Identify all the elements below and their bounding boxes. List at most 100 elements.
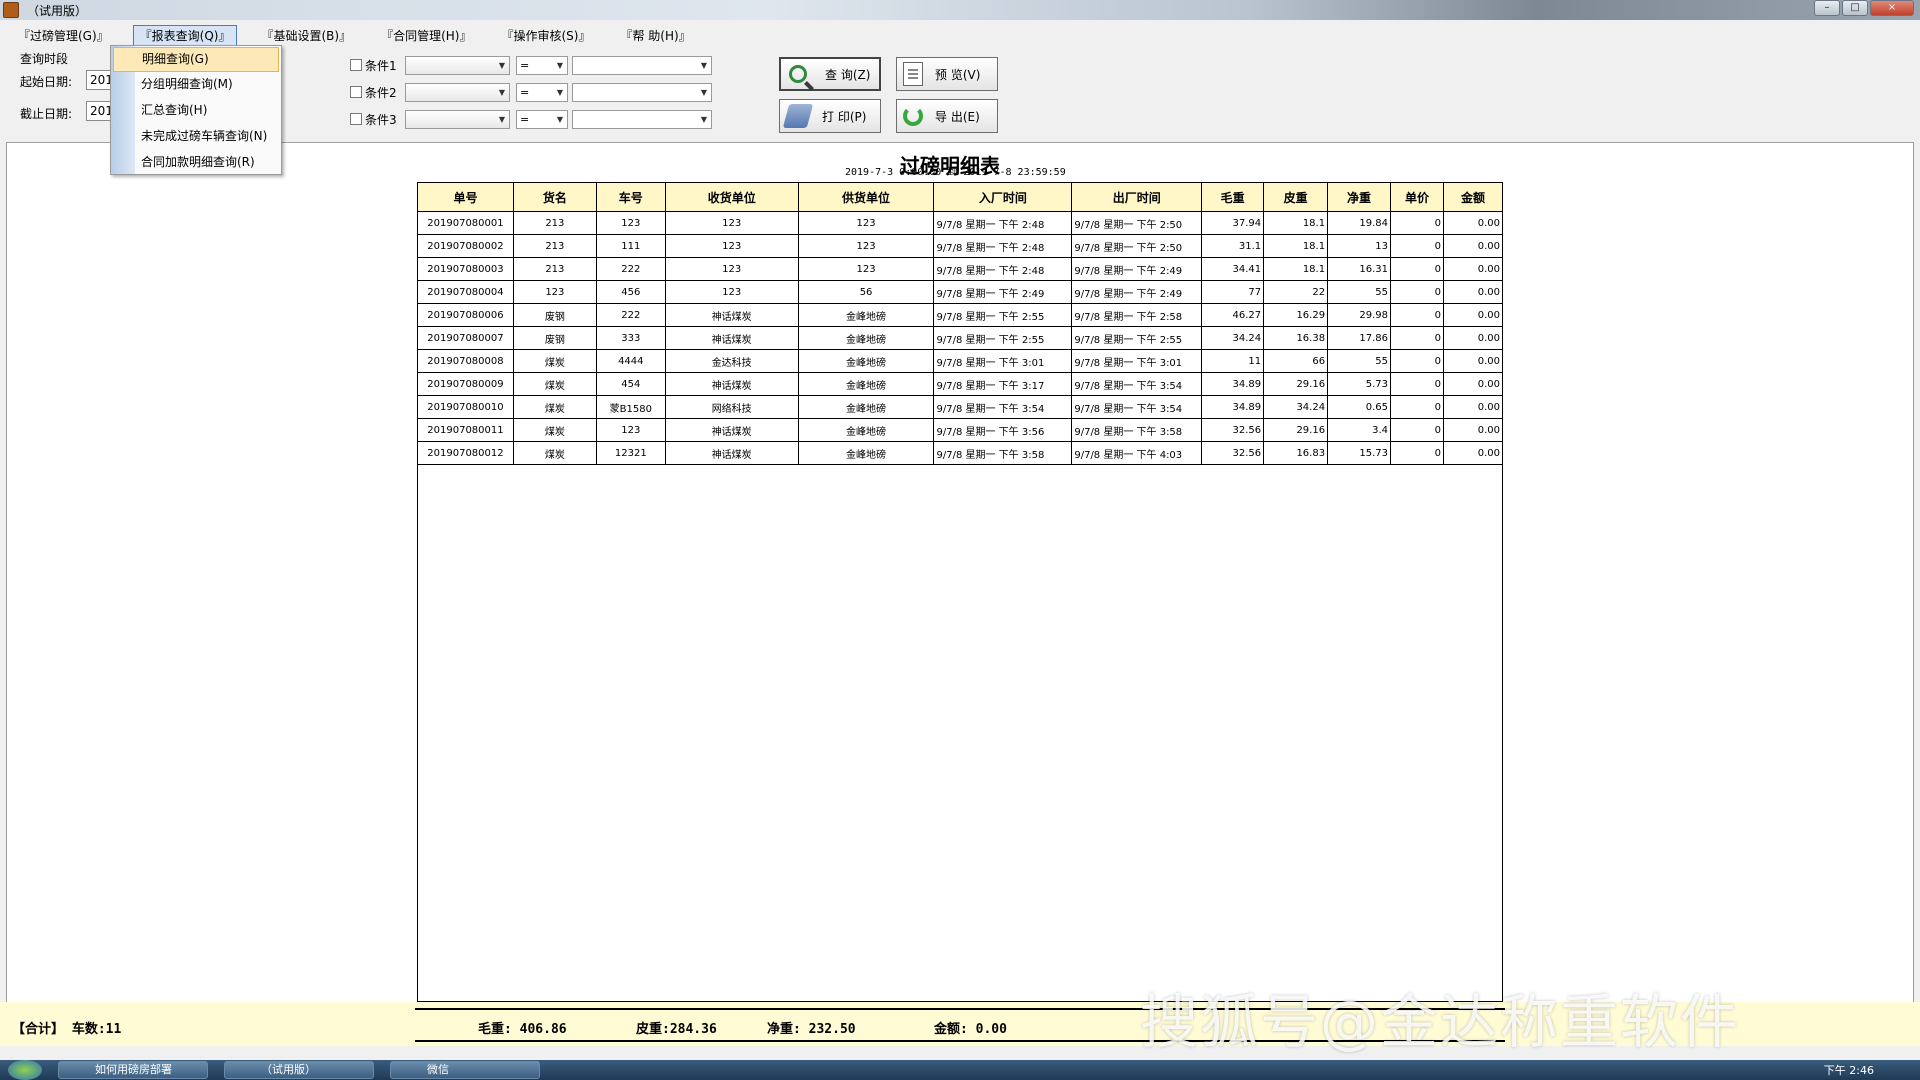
table-row[interactable]: 201907080006 废钢 222 神话煤炭 金峰地磅 9/7/8 星期一 下午 2:… (417, 303, 1504, 327)
table-cell: 神话煤炭 (664, 326, 799, 350)
table-row[interactable]: 201907080009 煤炭 454 神话煤炭 金峰地磅 9/7/8 星期一 下午 3:… (417, 372, 1504, 396)
condition-2-field-select[interactable]: ▼ (405, 82, 510, 102)
dropdown-item-detail-query[interactable]: 明细查询(G) (113, 47, 279, 72)
table-cell: 123 (664, 234, 799, 258)
table-cell: 123 (664, 257, 799, 281)
menu-help[interactable]: 『帮 助(H)』 (614, 26, 696, 45)
close-button[interactable]: × (1870, 0, 1914, 16)
dropdown-item-contract-query[interactable]: 合同加款明细查询(R) (113, 151, 279, 176)
printer-icon (782, 104, 814, 128)
table-cell: 0.00 (1442, 257, 1504, 281)
table-cell: 废钢 (512, 326, 597, 350)
start-button[interactable] (8, 1060, 42, 1080)
end-date-label: 截止日期: (20, 107, 73, 121)
dropdown-item-group-detail-query[interactable]: 分组明细查询(M) (113, 73, 279, 98)
taskbar-item-2[interactable]: （试用版） (224, 1061, 374, 1079)
table-cell: 金峰地磅 (797, 441, 935, 465)
table-cell: 22 (1263, 280, 1329, 304)
condition-3-label: 条件3 (365, 112, 397, 127)
table-cell: 9/7/8 星期一 下午 3:01 (1071, 349, 1203, 373)
table-row[interactable]: 201907080007 废钢 333 神话煤炭 金峰地磅 9/7/8 星期一 下午 2:… (417, 326, 1504, 350)
watermark: 搜狐号@金达称重软件 (1140, 988, 1741, 1056)
table-cell: 123 (797, 211, 935, 235)
condition-2-checkbox[interactable] (350, 86, 362, 98)
condition-3-value-select[interactable]: ▼ (572, 109, 712, 129)
table-row[interactable]: 201907080004 123 456 123 56 9/7/8 星期一 下午 2:49… (417, 280, 1504, 304)
condition-1-operator-select[interactable]: = ▼ (516, 55, 568, 75)
dropdown-item-summary-query[interactable]: 汇总查询(H) (113, 99, 279, 124)
taskbar: 如何用磅房部署 （试用版） 微信 下午 2:46 (0, 1060, 1920, 1080)
table-cell: 9/7/8 星期一 下午 2:48 (933, 257, 1073, 281)
table-cell: 0.00 (1442, 303, 1504, 327)
menu-weighing[interactable]: 『过磅管理(G)』 (12, 26, 115, 45)
table-cell: 123 (595, 211, 666, 235)
table-cell: 9/7/8 星期一 下午 2:50 (1071, 234, 1203, 258)
table-cell: 9/7/8 星期一 下午 2:55 (933, 326, 1073, 350)
condition-2-label: 条件2 (365, 85, 397, 100)
document-icon (903, 62, 923, 86)
condition-2-value-select[interactable]: ▼ (572, 82, 712, 102)
table-cell: 神话煤炭 (664, 303, 799, 327)
table-row[interactable]: 201907080012 煤炭 12321 神话煤炭 金峰地磅 9/7/8 星期一 下午 … (417, 441, 1504, 465)
table-cell: 蒙B1580 (595, 395, 666, 419)
dropdown-item-incomplete-query[interactable]: 未完成过磅车辆查询(N) (113, 125, 279, 150)
table-row[interactable]: 201907080001 213 123 123 123 9/7/8 星期一 下午 2:4… (417, 211, 1504, 235)
condition-1-field-select[interactable]: ▼ (405, 55, 510, 75)
window-controls: – □ × (1814, 0, 1914, 16)
table-cell: 201907080012 (417, 441, 514, 465)
table-cell: 66 (1263, 349, 1329, 373)
table-cell: 32.56 (1201, 441, 1265, 465)
table-cell: 9/7/8 星期一 下午 3:58 (1071, 418, 1203, 442)
condition-3-operator-select[interactable]: = ▼ (516, 109, 568, 129)
minimize-button[interactable]: – (1814, 0, 1840, 16)
taskbar-item-1[interactable]: 如何用磅房部署 (58, 1061, 208, 1079)
menu-basic-settings[interactable]: 『基础设置(B)』 (255, 26, 357, 45)
menu-audit[interactable]: 『操作审核(S)』 (495, 26, 596, 45)
table-cell: 29.16 (1263, 418, 1329, 442)
menu-contract[interactable]: 『合同管理(H)』 (375, 26, 477, 45)
table-cell: 0.00 (1442, 395, 1504, 419)
column-header: 出厂时间 (1071, 182, 1203, 212)
condition-row-1: 条件1 ▼ = ▼ ▼ (350, 55, 712, 75)
column-header: 毛重 (1201, 182, 1265, 212)
print-button[interactable]: 打 印(P) (779, 99, 881, 133)
table-cell: 9/7/8 星期一 下午 3:58 (933, 441, 1073, 465)
table-cell: 神话煤炭 (664, 372, 799, 396)
table-cell: 0.00 (1442, 234, 1504, 258)
table-cell: 0.00 (1442, 441, 1504, 465)
table-cell: 13 (1327, 234, 1392, 258)
table-row[interactable]: 201907080002 213 111 123 123 9/7/8 星期一 下午 2:4… (417, 234, 1504, 258)
table-cell: 9/7/8 星期一 下午 3:54 (1071, 372, 1203, 396)
table-cell: 34.24 (1201, 326, 1265, 350)
table-cell: 神话煤炭 (664, 441, 799, 465)
condition-2-operator-select[interactable]: = ▼ (516, 82, 568, 102)
table-cell: 111 (595, 234, 666, 258)
total-net: 净重: 232.50 (767, 1022, 856, 1037)
condition-3-field-select[interactable]: ▼ (405, 109, 510, 129)
condition-row-2: 条件2 ▼ = ▼ ▼ (350, 82, 712, 102)
query-button[interactable]: 查 询(Z) (779, 57, 881, 91)
condition-1-checkbox[interactable] (350, 59, 362, 71)
preview-button[interactable]: 预 览(V) (896, 57, 998, 91)
export-button[interactable]: 导 出(E) (896, 99, 998, 133)
table-row[interactable]: 201907080010 煤炭 蒙B1580 网络科技 金峰地磅 9/7/8 星期一 下午… (417, 395, 1504, 419)
table-cell: 4444 (595, 349, 666, 373)
condition-3-checkbox[interactable] (350, 113, 362, 125)
table-cell: 55 (1327, 280, 1392, 304)
table-row[interactable]: 201907080008 煤炭 4444 金达科技 金峰地磅 9/7/8 星期一 下午 3… (417, 349, 1504, 373)
table-cell: 213 (512, 211, 597, 235)
condition-1-value-select[interactable]: ▼ (572, 55, 712, 75)
table-cell: 201907080010 (417, 395, 514, 419)
table-cell: 34.24 (1263, 395, 1329, 419)
maximize-button[interactable]: □ (1842, 0, 1868, 16)
table-cell: 77 (1201, 280, 1265, 304)
total-gross: 毛重: 406.86 (478, 1022, 567, 1037)
report-query-dropdown: 明细查询(G) 分组明细查询(M) 汇总查询(H) 未完成过磅车辆查询(N) 合… (110, 45, 282, 175)
table-row[interactable]: 201907080011 煤炭 123 神话煤炭 金峰地磅 9/7/8 星期一 下午 3:… (417, 418, 1504, 442)
table-cell: 9/7/8 星期一 下午 4:03 (1071, 441, 1203, 465)
table-row[interactable]: 201907080003 213 222 123 123 9/7/8 星期一 下午 2:4… (417, 257, 1504, 281)
tray-clock: 下午 2:46 (1823, 1064, 1874, 1077)
taskbar-item-3[interactable]: 微信 (390, 1061, 540, 1079)
query-button-label: 查 询(Z) (825, 67, 871, 82)
menu-report-query[interactable]: 『报表查询(Q)』 (132, 24, 238, 46)
